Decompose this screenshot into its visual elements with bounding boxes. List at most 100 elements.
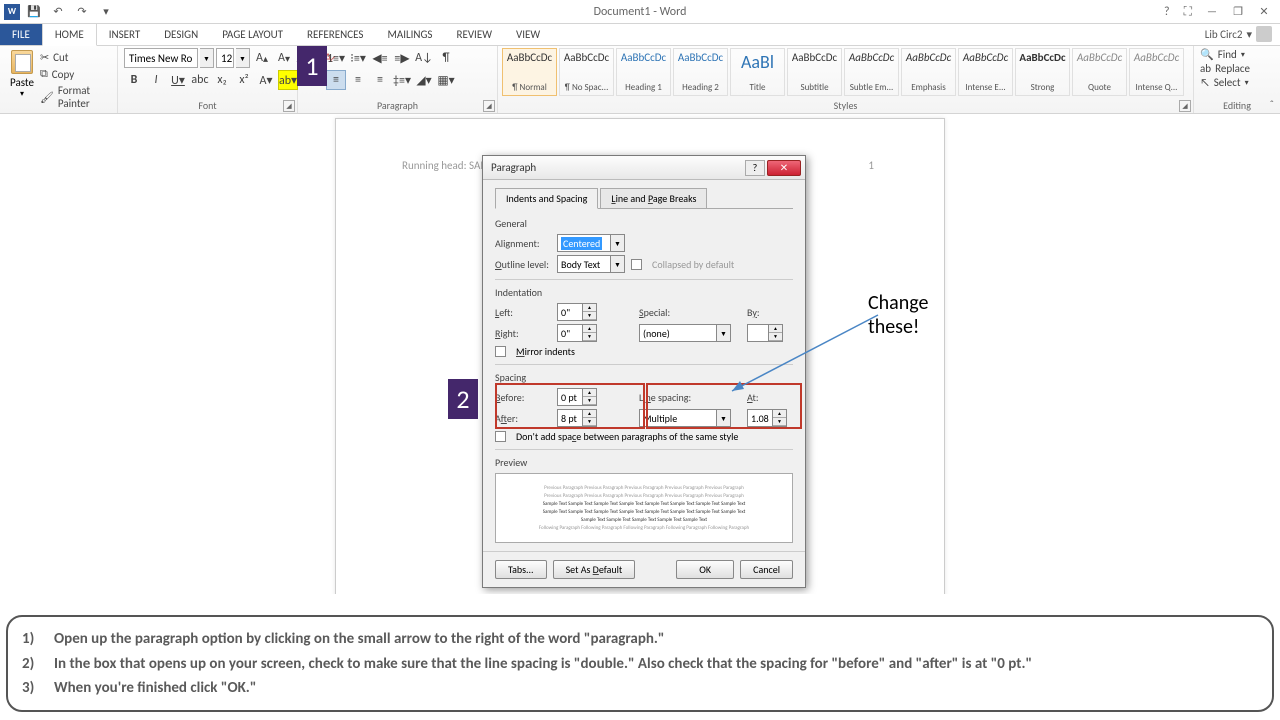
dialog-titlebar[interactable]: Paragraph ? ✕ <box>483 156 805 180</box>
outline-combo[interactable]: Body Text▼ <box>557 255 625 273</box>
tab-insert[interactable]: INSERT <box>97 24 153 45</box>
tab-line-page-breaks[interactable]: Line and Page Breaks <box>600 188 707 209</box>
tab-mailings[interactable]: MAILINGS <box>375 24 444 45</box>
instr-2-text: In the box that opens up on your screen,… <box>54 654 1032 674</box>
paragraph-launcher[interactable]: ◢ <box>483 100 495 112</box>
restore-button[interactable]: ❐ <box>1226 3 1250 21</box>
left-spin[interactable]: 0"▲▼ <box>557 303 597 321</box>
minimize-button[interactable]: — <box>1200 3 1224 21</box>
shading-button[interactable]: ◢▾ <box>414 70 434 90</box>
copy-button[interactable]: ⧉Copy <box>38 66 111 82</box>
paste-button[interactable]: Paste ▾ <box>6 48 38 101</box>
strike-button[interactable]: abc <box>190 70 210 90</box>
style-intense-e---[interactable]: AaBbCcDcIntense E... <box>958 48 1013 96</box>
after-spin[interactable]: 8 pt▲▼ <box>557 409 597 427</box>
styles-gallery[interactable]: AaBbCcDc¶ NormalAaBbCcDc¶ No Spac...AaBb… <box>498 46 1193 99</box>
text-effects-button[interactable]: A▾ <box>256 70 276 90</box>
align-center-button[interactable]: ≡ <box>326 70 346 90</box>
save-button[interactable]: 💾 <box>24 3 44 21</box>
tab-design[interactable]: DESIGN <box>152 24 210 45</box>
find-button[interactable]: 🔍Find▾ <box>1200 48 1274 61</box>
user-label[interactable]: Lib Circ2▾ <box>1205 26 1272 42</box>
grow-font-button[interactable]: A▴ <box>252 48 272 68</box>
tab-home[interactable]: HOME <box>42 23 97 46</box>
instr-2-num: 2) <box>22 654 44 674</box>
redo-button[interactable]: ↷ <box>72 3 92 21</box>
style-subtle-em---[interactable]: AaBbCcDcSubtle Em... <box>844 48 899 96</box>
qat-dropdown[interactable]: ▾ <box>96 3 116 21</box>
instr-1-text: Open up the paragraph option by clicking… <box>54 629 665 649</box>
collapse-ribbon-button[interactable]: ˆ <box>1270 98 1274 111</box>
tabs-button[interactable]: Tabs... <box>495 560 547 579</box>
decrease-indent-button[interactable]: ◀≡ <box>370 48 390 68</box>
style-heading-1[interactable]: AaBbCcDcHeading 1 <box>616 48 671 96</box>
select-button[interactable]: ↖Select▾ <box>1200 76 1274 89</box>
show-marks-button[interactable]: ¶ <box>436 48 456 68</box>
underline-button[interactable]: U▾ <box>168 70 188 90</box>
increase-indent-button[interactable]: ≡▶ <box>392 48 412 68</box>
cut-button[interactable]: ✂Cut <box>38 50 111 65</box>
multilevel-button[interactable]: ⁝≡▾ <box>348 48 368 68</box>
dialog-close-button[interactable]: ✕ <box>767 160 801 176</box>
close-button[interactable]: ✕ <box>1252 3 1276 21</box>
style-emphasis[interactable]: AaBbCcDcEmphasis <box>901 48 956 96</box>
numbering-button[interactable]: 1≡▾ <box>326 48 346 68</box>
tab-review[interactable]: REVIEW <box>444 24 504 45</box>
style-quote[interactable]: AaBbCcDcQuote <box>1072 48 1127 96</box>
shrink-font-button[interactable]: A▾ <box>274 48 294 68</box>
ok-button[interactable]: OK <box>676 560 734 579</box>
ribbon-options-icon[interactable]: ⛶ <box>1178 3 1198 21</box>
sort-button[interactable]: A↓ <box>414 48 434 68</box>
right-spin[interactable]: 0"▲▼ <box>557 324 597 342</box>
bold-button[interactable]: B <box>124 70 144 90</box>
font-size-combo[interactable]: 12 <box>216 48 234 68</box>
no-space-checkbox[interactable] <box>495 431 506 442</box>
set-default-button[interactable]: Set As Default <box>553 560 636 579</box>
replace-icon: ab <box>1200 62 1211 75</box>
alignment-combo[interactable]: Centered▼ <box>557 234 625 252</box>
special-combo[interactable]: (none)▼ <box>639 324 731 342</box>
style-intense-q---[interactable]: AaBbCcDcIntense Q... <box>1129 48 1184 96</box>
style-strong[interactable]: AaBbCcDcStrong <box>1015 48 1070 96</box>
style-subtitle[interactable]: AaBbCcDcSubtitle <box>787 48 842 96</box>
before-spin[interactable]: 0 pt▲▼ <box>557 388 597 406</box>
undo-button[interactable]: ↶ <box>48 3 68 21</box>
highlight-button[interactable]: ab▾ <box>278 70 298 90</box>
italic-button[interactable]: I <box>146 70 166 90</box>
mirror-checkbox[interactable] <box>495 346 506 357</box>
avatar <box>1256 26 1272 42</box>
tab-file[interactable]: FILE <box>0 23 42 45</box>
superscript-button[interactable]: x² <box>234 70 254 90</box>
format-painter-button[interactable]: 🖌Format Painter <box>38 83 111 111</box>
justify-button[interactable]: ≡ <box>370 70 390 90</box>
general-heading: General <box>495 217 793 230</box>
style-heading-2[interactable]: AaBbCcDcHeading 2 <box>673 48 728 96</box>
line-spacing-combo[interactable]: Multiple▼ <box>639 409 731 427</box>
align-right-button[interactable]: ≡ <box>348 70 368 90</box>
font-name-combo[interactable]: Times New Ro <box>124 48 198 68</box>
style-title[interactable]: AaBlTitle <box>730 48 785 96</box>
dialog-help-button[interactable]: ? <box>745 160 765 176</box>
line-spacing-button[interactable]: ‡≡▾ <box>392 70 412 90</box>
tab-indents-spacing[interactable]: Indents and Spacing <box>495 188 598 209</box>
borders-button[interactable]: ▦▾ <box>436 70 456 90</box>
font-name-arrow[interactable]: ▼ <box>200 48 214 68</box>
style---normal[interactable]: AaBbCcDc¶ Normal <box>502 48 557 96</box>
by-spin[interactable]: ▲▼ <box>747 324 783 342</box>
styles-launcher[interactable]: ◢ <box>1179 100 1191 112</box>
font-size-arrow[interactable]: ▼ <box>236 48 250 68</box>
left-label: Left: <box>495 306 551 319</box>
font-launcher[interactable]: ◢ <box>283 100 295 112</box>
at-spin[interactable]: 1.08▲▼ <box>747 409 787 427</box>
collapsed-checkbox[interactable] <box>631 259 642 270</box>
subscript-button[interactable]: x₂ <box>212 70 232 90</box>
style---no-spac---[interactable]: AaBbCcDc¶ No Spac... <box>559 48 614 96</box>
tab-page-layout[interactable]: PAGE LAYOUT <box>210 24 295 45</box>
cancel-button[interactable]: Cancel <box>740 560 793 579</box>
replace-button[interactable]: abReplace <box>1200 62 1274 75</box>
tab-view[interactable]: VIEW <box>504 24 552 45</box>
title-bar: W 💾 ↶ ↷ ▾ Document1 - Word ? ⛶ — ❐ ✕ <box>0 0 1280 24</box>
styles-label: Styles◢ <box>498 99 1193 113</box>
tab-references[interactable]: REFERENCES <box>295 24 375 45</box>
help-icon[interactable]: ? <box>1158 3 1176 21</box>
